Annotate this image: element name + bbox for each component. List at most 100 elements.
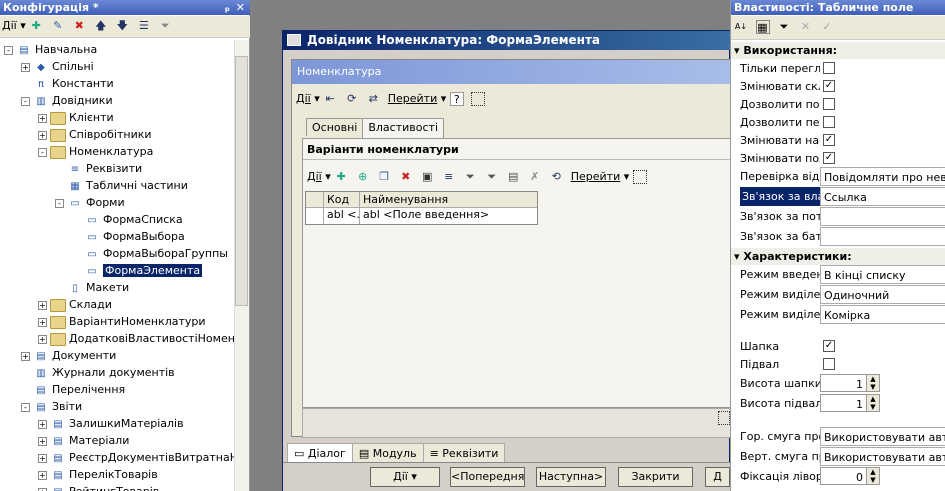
tree-item[interactable]: + ▤ ЗалишкиМатеріалів [38, 415, 184, 432]
delete-row-icon[interactable]: ✖ [399, 170, 413, 184]
pin-icon[interactable]: ₚ [225, 0, 230, 15]
tree-item[interactable]: + ◆ Спільні [21, 58, 94, 75]
previous-button[interactable]: <Попередня [450, 467, 525, 487]
prop-value[interactable]: Ссылка [820, 187, 945, 206]
header-height-spinner[interactable]: 1 ▲ ▼ [820, 374, 880, 392]
collapse-icon[interactable]: - [55, 198, 64, 208]
fix-left-spinner[interactable]: 0 ▲ ▼ [820, 467, 880, 485]
collapse-icon[interactable]: - [38, 147, 47, 157]
move-down-icon[interactable]: 🡇 [115, 19, 129, 33]
category-usage[interactable]: ▾ Використання: [731, 42, 945, 59]
select-icon[interactable] [471, 92, 486, 106]
tree-item[interactable]: - Номенклатура [38, 143, 153, 160]
form-corner-handle[interactable] [718, 411, 730, 425]
filter-icon[interactable]: ⏷ [158, 19, 172, 33]
prop-value[interactable]: Одиночний [820, 285, 945, 304]
prop-checkbox[interactable] [823, 62, 835, 74]
expand-icon[interactable]: + [38, 487, 47, 491]
table-goto-menu[interactable]: Перейти [571, 170, 621, 183]
expand-icon[interactable]: + [38, 300, 47, 310]
tree-item[interactable]: +▤Перелічення [21, 381, 125, 398]
tree-item[interactable]: +▦Табличні частини [55, 177, 188, 194]
save-icon[interactable]: ▣ [420, 170, 434, 184]
tree-item[interactable]: +▥Журнали документів [21, 364, 174, 381]
footer-height-spinner[interactable]: 1 ▲ ▼ [820, 394, 880, 412]
tree-item[interactable]: - ▥ Довідники [21, 92, 113, 109]
add-group-icon[interactable]: ⊕ [356, 170, 370, 184]
collapse-icon[interactable]: - [21, 96, 30, 106]
sort-alpha-icon[interactable]: A↓ [734, 20, 748, 34]
tab-attributes[interactable]: ≡ Реквізити [422, 443, 506, 463]
tree-item[interactable]: + ▤ Матеріали [38, 432, 129, 449]
prop-checkbox[interactable]: ✓ [823, 80, 835, 92]
tab-properties[interactable]: Властивості [362, 118, 445, 138]
actions-button[interactable]: Дії ▾ [370, 467, 440, 487]
tree-item[interactable]: + ▤ Документи [21, 347, 116, 364]
categorized-icon[interactable]: ▦ [755, 20, 770, 34]
help-icon[interactable]: ? [449, 92, 464, 106]
expand-icon[interactable]: + [38, 317, 47, 327]
tab-module[interactable]: ▤ Модуль [351, 443, 424, 463]
filter-props-icon[interactable]: ⏷ [777, 20, 791, 34]
tree-item[interactable]: + ДодатковіВластивостіНоменклату [38, 330, 234, 347]
expand-icon[interactable]: + [21, 351, 30, 361]
prop-value[interactable] [820, 207, 945, 226]
expand-icon[interactable]: + [38, 436, 47, 446]
add-icon[interactable]: ✚ [29, 19, 43, 33]
copy-icon[interactable]: ❐ [377, 170, 391, 184]
tree-item[interactable]: - ▤ Навчальна [4, 41, 97, 58]
clear-filter-icon[interactable]: ✗ [528, 170, 542, 184]
cell-code[interactable]: abl <... [324, 208, 360, 224]
prop-value[interactable]: В кінці списку [820, 265, 945, 284]
tree-item[interactable]: +πКонстанти [21, 75, 114, 92]
prop-value[interactable] [820, 227, 945, 246]
move-up-icon[interactable]: 🡅 [94, 19, 108, 33]
tree-item[interactable]: + Співробітники [38, 126, 152, 143]
form-editor-title-bar[interactable]: Довідник Номенклатура: ФормаЭлемента [283, 31, 731, 50]
close-icon[interactable]: ✕ [236, 0, 245, 15]
tree-item[interactable]: +▤РейтингТоварів [38, 483, 159, 491]
more-button[interactable]: Д [705, 467, 730, 487]
tree-item[interactable]: +▭ФормаЭлемента [72, 262, 203, 279]
expand-icon[interactable]: + [38, 334, 47, 344]
tab-main[interactable]: Основні [306, 118, 364, 136]
prop-value[interactable]: Використовувати автом [820, 447, 945, 466]
expand-icon[interactable]: + [21, 62, 30, 72]
tree-item[interactable]: - ▭ Форми [55, 194, 125, 211]
prop-value[interactable]: Використовувати автом [820, 427, 945, 446]
close-button[interactable]: Закрити [618, 467, 693, 487]
table-actions-menu[interactable]: Дії [307, 170, 322, 183]
prop-value[interactable]: Повідомляти про невідп [820, 167, 945, 186]
tab-dialog[interactable]: ▭ Діалог [287, 443, 353, 463]
tree-item[interactable]: +▭ФормаВыбора [72, 228, 184, 245]
edit-icon[interactable]: ✎ [51, 19, 65, 33]
delete-icon[interactable]: ✖ [72, 19, 86, 33]
tree-item[interactable]: + Клієнти [38, 109, 114, 126]
expand-icon[interactable]: + [38, 130, 47, 140]
collapse-icon[interactable]: - [4, 45, 13, 55]
table-row[interactable]: abl <... abl <Поле введення> [306, 208, 537, 224]
filter-value-icon[interactable]: ▤ [506, 170, 520, 184]
prop-value[interactable]: Комірка [820, 305, 945, 324]
cell-name[interactable]: abl <Поле введення> [360, 208, 537, 224]
prop-checkbox[interactable]: ✓ [823, 134, 835, 146]
switch-icon[interactable]: ⇄ [366, 92, 380, 106]
expand-icon[interactable]: + [38, 419, 47, 429]
filter-set-icon[interactable]: ⏷ [463, 170, 477, 184]
column-header-name[interactable]: Найменування [360, 192, 537, 208]
expand-icon[interactable]: + [38, 113, 47, 123]
tree-item[interactable]: + ▤ РеєстрДокументівВитратнаНакла [38, 449, 234, 466]
expand-icon[interactable]: + [38, 470, 47, 480]
tree-item[interactable]: +≡Реквізити [55, 160, 142, 177]
next-button[interactable]: Наступна> [536, 467, 606, 487]
category-features[interactable]: ▾ Характеристики: [731, 248, 945, 265]
header-checkbox[interactable]: ✓ [823, 340, 835, 352]
apply-icon[interactable]: ✓ [820, 20, 834, 34]
tree-item[interactable]: +▯Макети [55, 279, 129, 296]
table-field[interactable]: Код Найменування abl <... abl <Поле введ… [305, 191, 538, 225]
tree-item[interactable]: + ▤ ПерелікТоварів [38, 466, 158, 483]
prop-checkbox[interactable] [823, 98, 835, 110]
form-goto-menu[interactable]: Перейти [388, 92, 438, 105]
refresh-icon[interactable]: ⟳ [345, 92, 359, 106]
expand-icon[interactable]: + [38, 453, 47, 463]
